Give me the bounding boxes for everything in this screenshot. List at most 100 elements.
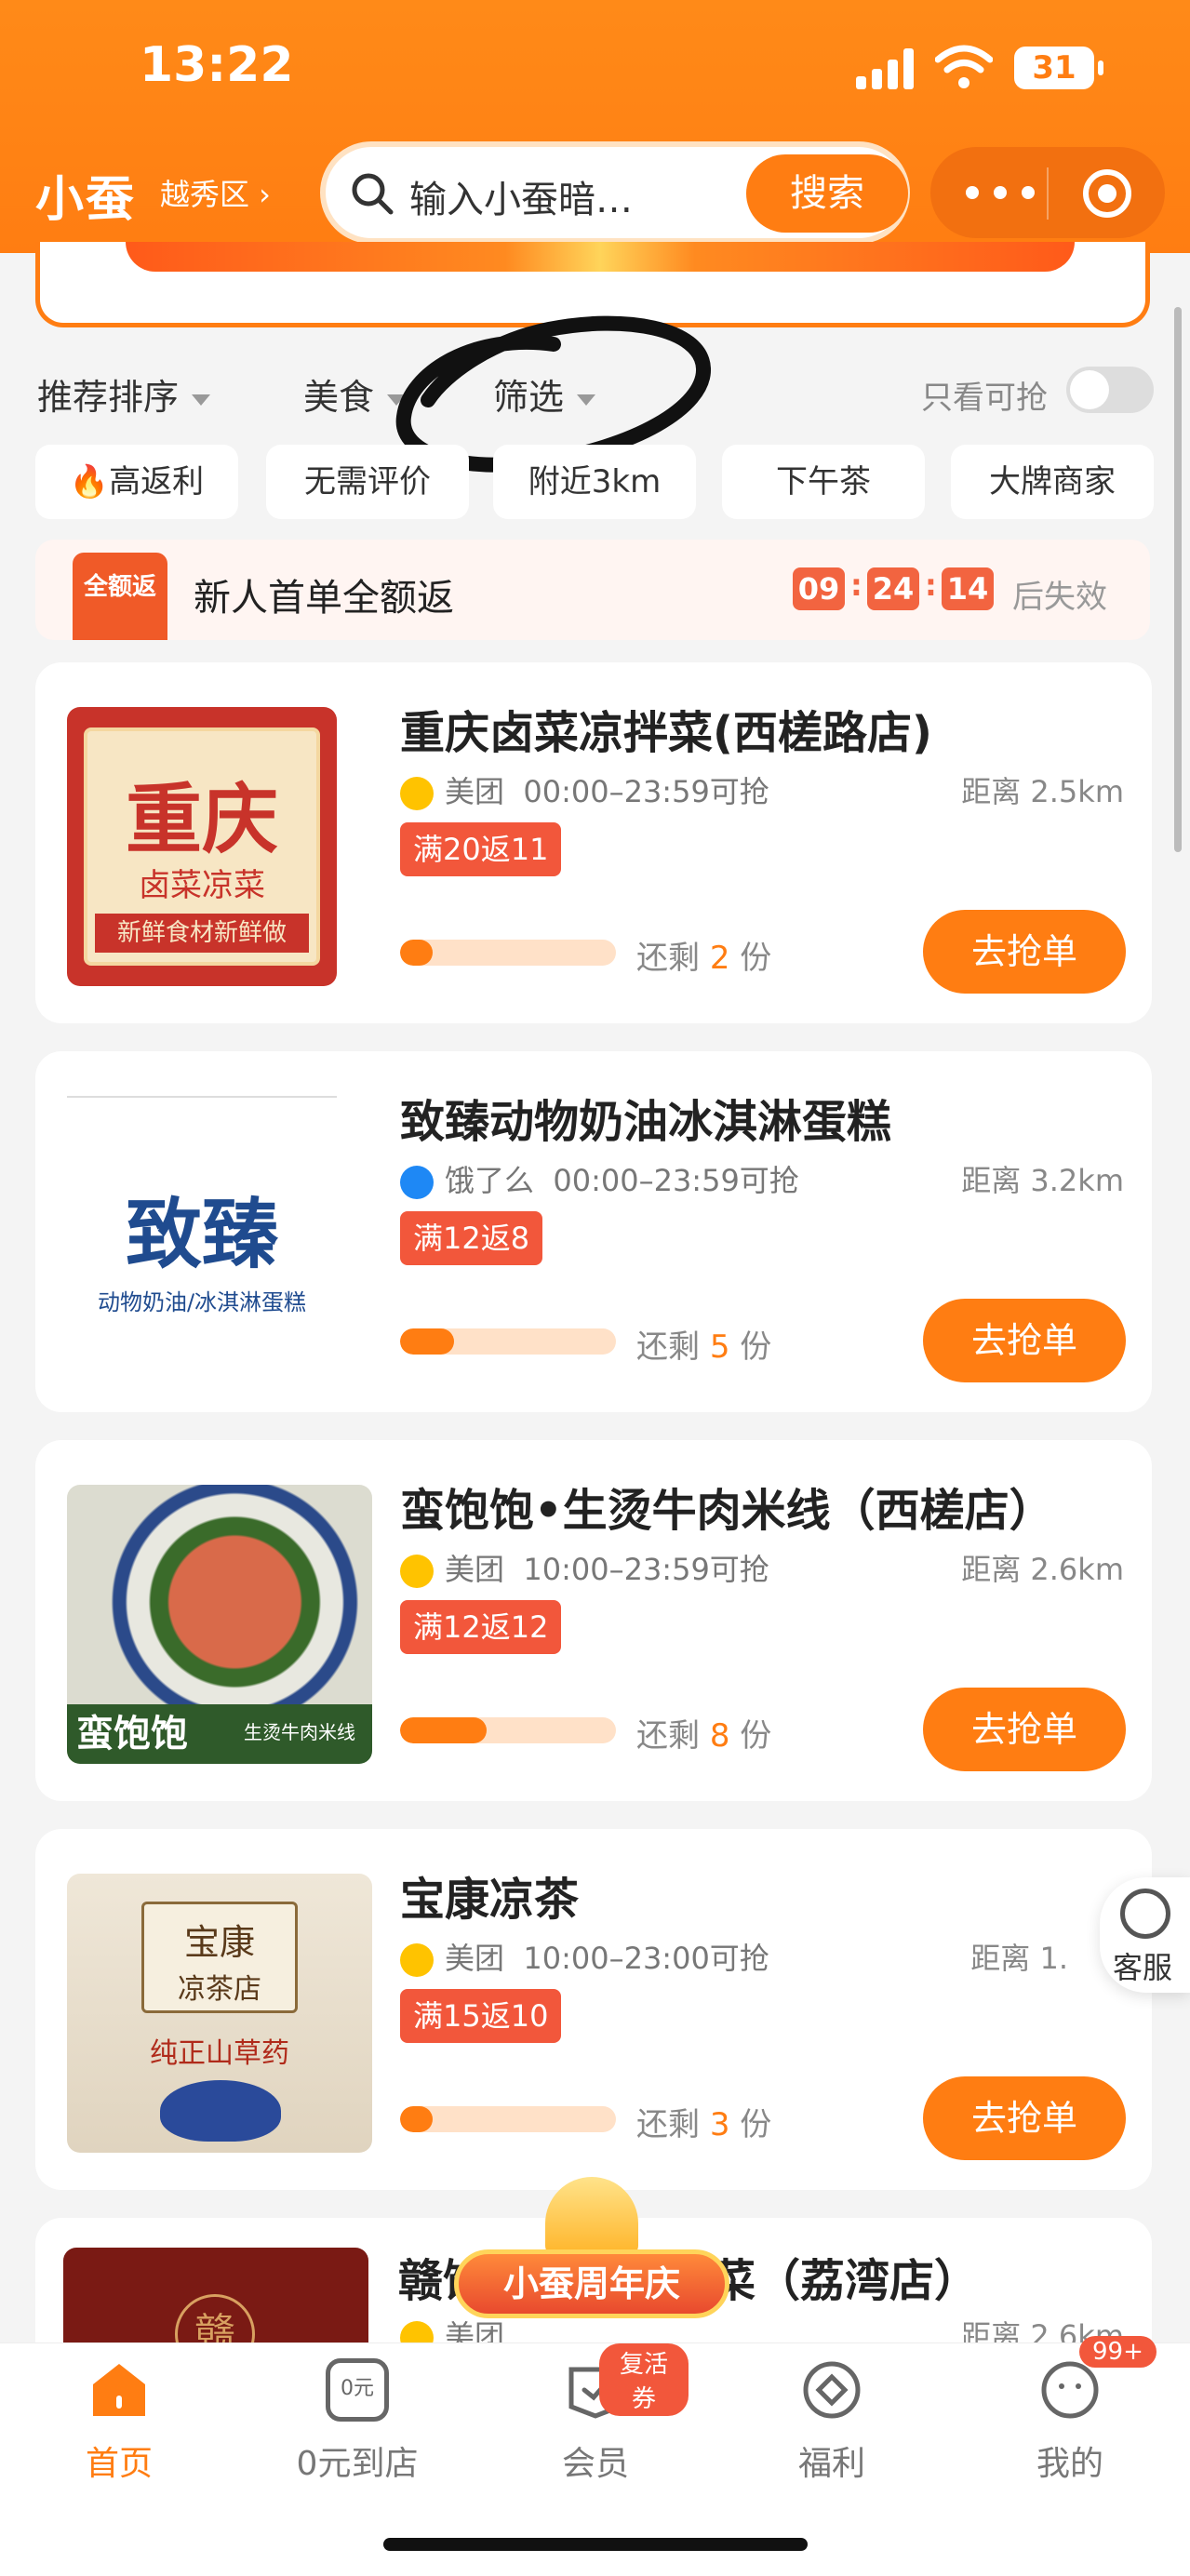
chevron-down-icon [192,394,211,406]
tab-zero-yuan[interactable]: 0元 0元到店 [264,2343,450,2511]
remaining-text: 还剩 2 份 [636,932,771,978]
tab-label: 会员 [561,2445,629,2483]
tab-label: 0元到店 [296,2445,419,2483]
notification-count-badge: 99+ [1079,2336,1157,2368]
store-card[interactable]: 蛮饱饱 生烫牛肉米线 蛮饱饱•生烫牛肉米线（西槎店） 美团 10:00–23:5… [35,1440,1152,1801]
district-selector[interactable]: 越秀区 › [160,171,271,214]
customer-service-button[interactable]: 客服 [1100,1877,1190,1993]
revive-coupon-badge: 复活券 [599,2343,689,2416]
thumb-line2: 动物奶油/冰淇淋蛋糕 [97,1289,307,1315]
chip-high-rebate[interactable]: 🔥高返利 [35,445,238,519]
meituan-icon [400,1943,434,1977]
thumb-line2: 卤菜凉菜 [139,867,265,904]
chip-no-review[interactable]: 无需评价 [266,445,469,519]
meituan-icon [400,777,434,810]
promo-text: 新人首单全额返 [194,577,454,620]
thumb-line2: 凉茶店 [178,1973,261,2006]
banner-graphic [126,242,1075,272]
tab-mine[interactable]: 99+ 我的 [977,2336,1163,2511]
rebate-tag: 满12返12 [400,1600,562,1654]
countdown-separator: : [850,567,862,603]
search-bar[interactable]: 输入小蚕暗… 搜索 [320,141,910,244]
store-thumbnail: 重庆 卤菜凉菜 新鲜食材新鲜做 [67,707,337,986]
wifi-icon [935,45,993,88]
teacup-graphic [160,2080,281,2142]
full-rebate-badge: 全额返 [73,553,167,640]
scrollbar[interactable] [1174,307,1182,852]
remain-suffix: 份 [740,1717,772,1755]
store-hours: 00:00–23:59可抢 [523,774,769,809]
store-card[interactable]: 致臻 动物奶油/冰淇淋蛋糕 致臻动物奶油冰淇淋蛋糕 饿了么 00:00–23:5… [35,1051,1152,1412]
remaining-text: 还剩 5 份 [636,1321,771,1367]
profile-icon [1041,2361,1099,2419]
close-miniapp-icon[interactable] [1083,169,1131,218]
eleme-icon [400,1166,434,1199]
store-meta: 美团 10:00–23:00可抢 [400,1935,769,1978]
customer-service-label: 客服 [1113,1950,1173,1985]
anniversary-mascot-icon [545,2177,638,2255]
only-available-label: 只看可抢 [921,380,1048,417]
tab-label: 我的 [1036,2445,1103,2483]
grab-order-button[interactable]: 去抢单 [923,1299,1126,1382]
stock-progress-bar [400,2106,616,2132]
home-icon [93,2364,145,2416]
tab-welfare[interactable]: 福利 [739,2343,925,2511]
thumb-line1: 致臻 [125,1191,278,1279]
thumb-line3: 纯正山草药 [150,2037,289,2070]
remain-count: 2 [709,940,730,977]
store-thumbnail: 蛮饱饱 生烫牛肉米线 [67,1485,372,1764]
sort-label: 推荐排序 [37,377,180,418]
search-icon [352,173,394,215]
remaining-text: 还剩 3 份 [636,2099,771,2144]
grab-order-button[interactable]: 去抢单 [923,1688,1126,1771]
store-meta: 饿了么 00:00–23:59可抢 [400,1157,799,1200]
stock-progress-fill [400,940,433,966]
capsule-divider [1047,167,1049,220]
store-title: 重庆卤菜凉拌菜(西槎路店) [400,707,932,759]
sort-dropdown[interactable]: 推荐排序 [37,368,211,420]
tab-member[interactable]: 复活券 会员 [502,2343,689,2511]
tab-home[interactable]: 首页 [26,2343,212,2511]
store-title: 宝康凉茶 [400,1874,580,1926]
newcomer-promo-bar[interactable]: 全额返 新人首单全额返 09 : 24 : 14 后失效 [35,540,1150,640]
store-hours: 00:00–23:59可抢 [553,1163,799,1198]
platform-name: 饿了么 [445,1163,535,1198]
remain-count: 3 [709,2106,730,2143]
store-card[interactable]: 重庆 卤菜凉菜 新鲜食材新鲜做 重庆卤菜凉拌菜(西槎路店) 美团 00:00–2… [35,662,1152,1023]
chip-afternoon-tea[interactable]: 下午茶 [722,445,925,519]
only-available-toggle[interactable] [1066,367,1154,413]
store-thumbnail: 致臻 动物奶油/冰淇淋蛋糕 [67,1096,337,1375]
thumb-scroll: 宝康 凉茶店 [141,1902,298,2013]
rebate-tag: 满20返11 [400,822,562,876]
anniversary-float-button[interactable]: 小蚕周年庆 [454,2177,729,2326]
zero-yuan-icon: 0元 [326,2358,389,2422]
remain-count: 5 [709,1328,730,1366]
thumb-line3: 新鲜食材新鲜做 [95,914,309,953]
store-card[interactable]: 宝康 凉茶店 纯正山草药 宝康凉茶 美团 10:00–23:00可抢 距离 1.… [35,1829,1152,2190]
platform-name: 美团 [445,1941,505,1976]
store-distance: 距离 3.2km [961,1163,1124,1198]
chip-nearby[interactable]: 附近3km [493,445,696,519]
stock-progress-fill [400,1717,487,1743]
grab-order-button[interactable]: 去抢单 [923,2076,1126,2160]
chip-big-brand[interactable]: 大牌商家 [951,445,1154,519]
home-indicator [383,2538,808,2551]
grab-order-button[interactable]: 去抢单 [923,910,1126,994]
search-input[interactable]: 输入小蚕暗… [409,169,633,223]
thumb-line1: 重庆 [125,775,278,864]
stock-progress-fill [400,1328,454,1355]
category-label: 美食 [303,377,375,418]
more-icon[interactable] [966,180,1040,205]
stock-progress-bar [400,940,616,966]
thumb-line2: 生烫牛肉米线 [244,1721,355,1743]
remain-count: 8 [709,1717,730,1755]
customer-service-icon [1120,1889,1170,1939]
store-title: 蛮饱饱•生烫牛肉米线（西槎店） [400,1485,1054,1537]
rebate-tag: 满12返8 [400,1211,543,1265]
cellular-signal-icon [856,48,916,89]
battery-indicator: 31 [1014,47,1103,89]
app-logo: 小蚕 [35,172,137,228]
search-button[interactable]: 搜索 [746,154,908,233]
status-time: 13:22 [140,37,294,93]
store-hours: 10:00–23:59可抢 [523,1552,769,1587]
